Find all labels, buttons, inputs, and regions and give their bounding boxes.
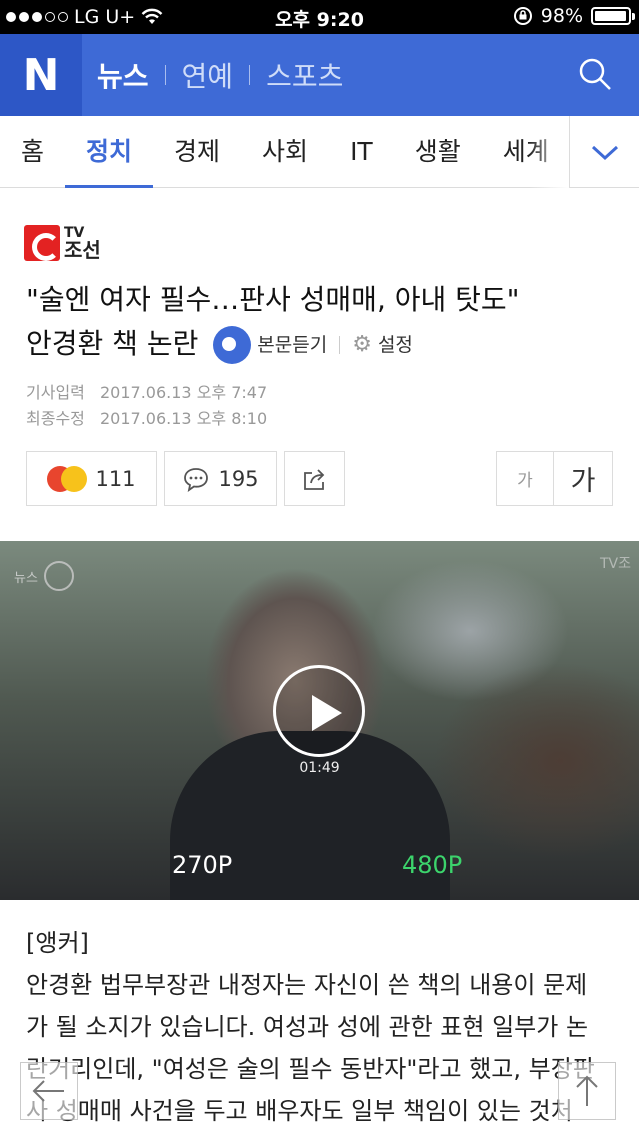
arrow-up-icon [576,1075,598,1106]
comment-count: 195 [218,466,259,491]
title-line-2: 안경환 책 논란 [26,327,199,360]
nav-divider [164,65,166,85]
font-smaller-button[interactable]: 가 [496,451,554,506]
published-label: 기사입력 [26,383,85,402]
quality-480-button[interactable]: 480P [402,851,462,879]
body-line: 란거리인데, "여성은 술의 필수 동반자"라고 했고, 부장판 [26,1055,595,1083]
tab-society[interactable]: 사회 [241,116,329,188]
smile-emoji-icon [61,465,88,492]
nav-entertainment[interactable]: 연예 [182,55,234,95]
article-title: "술엔 여자 필수…판사 성매매, 아내 탓도" 안경환 책 논란 본문듣기 ⚙… [26,278,626,367]
tab-life[interactable]: 생활 [394,116,482,188]
body-label: [앵커] [26,929,89,957]
back-button[interactable] [20,1062,78,1120]
listen-button[interactable]: 본문듣기 [257,323,327,367]
settings-button[interactable]: 설정 [378,323,413,367]
comment-button[interactable]: 195 [164,451,277,506]
font-larger-button[interactable]: 가 [553,451,613,506]
chevron-down-icon [591,145,618,161]
service-nav: 뉴스 연예 스포츠 [97,55,343,95]
published-date: 2017.06.13 오후 7:47 [100,383,268,402]
tab-economy[interactable]: 경제 [153,116,241,188]
arrow-left-icon [32,1080,64,1102]
body-line: 안경환 법무부장관 내정자는 자신이 쓴 책의 내용이 문제 [26,971,588,999]
scroll-top-button[interactable] [558,1062,616,1120]
app-header: N 뉴스 연예 스포츠 [0,34,639,116]
tab-world[interactable]: 세계 [482,116,569,188]
tab-politics[interactable]: 정치 [65,116,154,188]
category-tabs: 홈 정치 경제 사회 IT 생활 세계 [0,116,639,188]
nav-divider [249,65,251,85]
divider [339,336,341,354]
search-icon[interactable] [577,56,613,92]
video-player[interactable]: 뉴스 TV조 01:49 270P 480P [0,541,639,900]
tabs-expand-button[interactable] [569,116,639,188]
video-watermark-left: 뉴스 [14,561,74,591]
share-button[interactable] [284,451,345,506]
comment-icon [184,467,209,492]
rotation-lock-icon [513,7,532,25]
press-mark-icon [24,225,60,261]
press-logo[interactable]: TV 조선 [24,225,101,261]
share-icon [303,468,324,490]
title-line-1: "술엔 여자 필수…판사 성매매, 아내 탓도" [26,283,520,316]
battery-icon [591,7,635,25]
nav-news[interactable]: 뉴스 [97,55,149,95]
article-body: [앵커] 안경환 법무부장관 내정자는 자신이 쓴 책의 내용이 문제 가 될 … [26,922,626,1132]
reaction-button[interactable]: 111 [26,451,157,506]
nav-sports[interactable]: 스포츠 [266,55,343,95]
gear-icon[interactable]: ⚙ [352,323,372,367]
naver-logo[interactable]: N [0,34,82,116]
article-dates: 기사입력 2017.06.13 오후 7:47 최종수정 2017.06.13 오후… [26,380,267,432]
tab-it[interactable]: IT [329,116,394,188]
battery-percent: 98% [540,5,583,27]
body-line: 사 성매매 사건을 두고 배우자도 일부 책임이 있는 것처 [26,1097,573,1125]
reaction-count: 111 [95,466,136,491]
play-icon[interactable] [273,665,365,757]
status-bar: LG U+ 오후 9:20 98% [0,0,639,34]
press-name: 조선 [64,238,101,262]
body-line: 가 될 소지가 있습니다. 여성과 성에 관한 표현 일부가 논 [26,1013,589,1041]
quality-270-button[interactable]: 270P [172,851,232,879]
video-watermark-right: TV조 [599,556,631,572]
tab-home[interactable]: 홈 [0,116,65,188]
video-duration: 01:49 [299,760,340,776]
listen-icon[interactable] [213,326,252,364]
modified-label: 최종수정 [26,409,85,428]
modified-date: 2017.06.13 오후 8:10 [100,409,268,428]
